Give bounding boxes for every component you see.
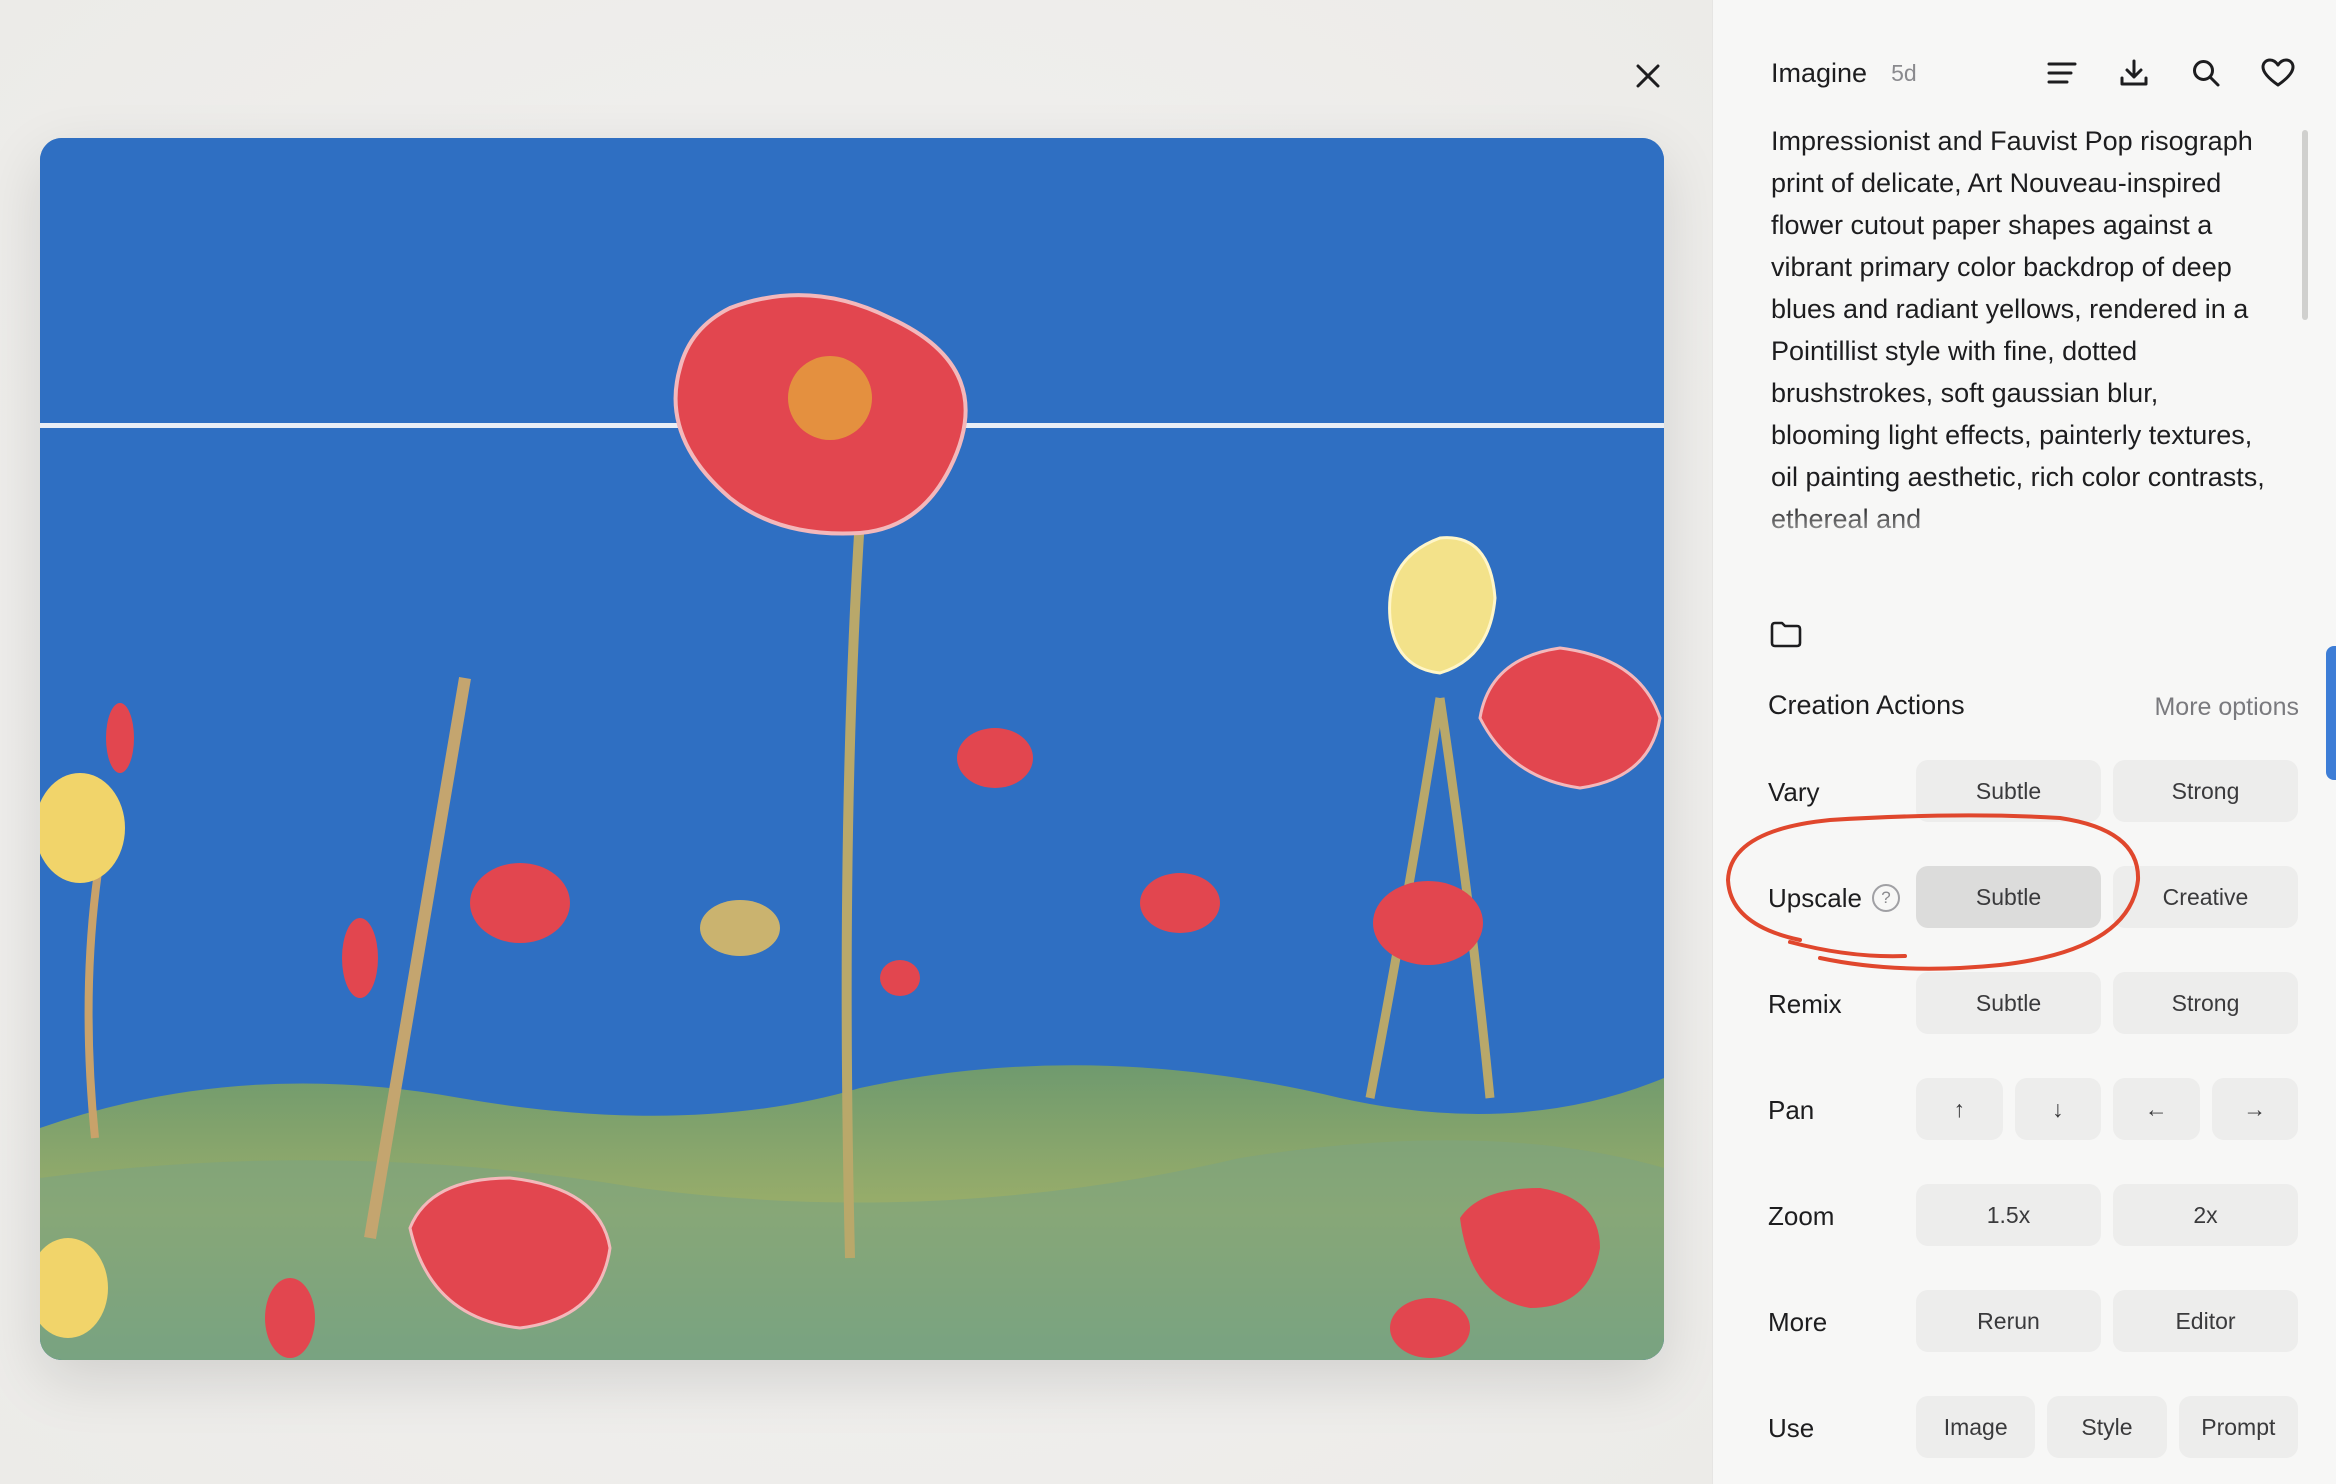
pan-label: Pan [1768,1094,1815,1125]
generated-image[interactable] [40,138,1664,1360]
search-button[interactable] [2188,55,2224,91]
vary-strong-button[interactable]: Strong [2113,760,2298,822]
created-age: 5d [1891,59,1917,86]
use-style-button[interactable]: Style [2047,1396,2167,1458]
help-icon[interactable]: ? [1871,884,1900,912]
upscale-creative-button[interactable]: Creative [2113,866,2298,928]
vary-subtle-button[interactable]: Subtle [1916,760,2101,822]
list-icon [2047,62,2077,84]
close-button[interactable] [1624,52,1672,100]
vary-row: Vary Subtle Strong [1768,760,2298,824]
remix-subtle-button[interactable]: Subtle [1916,972,2101,1034]
zoom-1-5x-button[interactable]: 1.5x [1916,1184,2101,1246]
rerun-button[interactable]: Rerun [1916,1290,2101,1352]
zoom-label: Zoom [1768,1200,1835,1231]
panel-header: Imagine 5d [1771,50,2296,96]
header-actions [2044,55,2296,91]
heart-icon [2261,58,2295,87]
editor-button[interactable]: Editor [2113,1290,2298,1352]
use-prompt-button[interactable]: Prompt [2178,1396,2298,1458]
use-image-button[interactable]: Image [1916,1396,2036,1458]
more-label: More [1768,1306,1828,1337]
like-button[interactable] [2260,55,2296,91]
folder-button[interactable] [1766,614,1806,654]
more-options-link[interactable]: More options [2154,693,2299,722]
zoom-2x-button[interactable]: 2x [2113,1184,2298,1246]
download-icon [2120,59,2148,86]
pan-up-button[interactable]: ↑ [1916,1078,2003,1140]
folder-icon [1770,621,1802,648]
prompt-text[interactable]: Impressionist and Fauvist Pop risograph … [1771,120,2271,560]
upscale-label-group: Upscale ? [1768,883,1914,914]
vary-label: Vary [1768,776,1820,807]
upscale-label: Upscale [1768,882,1862,913]
upscale-row: Upscale ? Subtle Creative [1768,866,2298,930]
poppy-artwork [40,138,1664,1360]
use-label: Use [1768,1412,1815,1443]
side-tab[interactable] [2326,646,2336,780]
pan-down-button[interactable]: ↓ [2014,1078,2101,1140]
list-button[interactable] [2044,55,2080,91]
creation-actions-title: Creation Actions [1768,690,1965,720]
prompt-fade [1771,505,2271,560]
upscale-subtle-button[interactable]: Subtle [1916,866,2101,928]
zoom-row: Zoom 1.5x 2x [1768,1184,2298,1248]
app-title: Imagine [1771,57,1868,88]
use-row: Use Image Style Prompt [1768,1396,2298,1460]
download-button[interactable] [2116,55,2152,91]
details-panel: Imagine 5d Impressionist and Fauvist Pop… [1712,0,2336,1484]
search-icon [2193,60,2220,87]
remix-strong-button[interactable]: Strong [2113,972,2298,1034]
remix-row: Remix Subtle Strong [1768,972,2298,1036]
image-viewer [0,0,1712,1484]
remix-label: Remix [1768,988,1842,1019]
pan-row: Pan ↑ ↓ ← → [1768,1078,2298,1142]
close-icon [1636,64,1660,88]
pan-left-button[interactable]: ← [2113,1078,2200,1140]
pan-right-button[interactable]: → [2211,1078,2298,1140]
prompt-scrollbar[interactable] [2302,130,2308,320]
more-row: More Rerun Editor [1768,1290,2298,1354]
